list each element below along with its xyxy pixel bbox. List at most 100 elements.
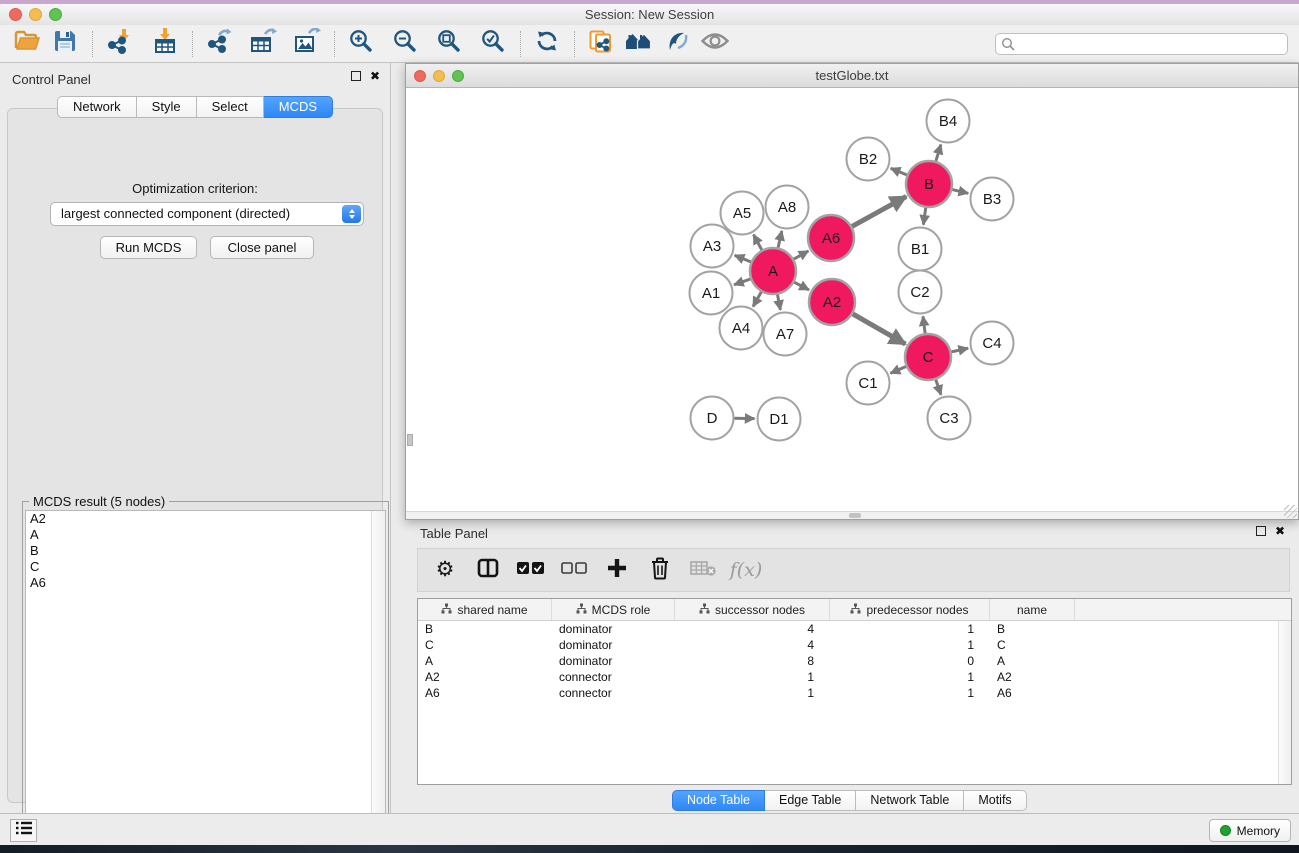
cell-name[interactable]: A2 (990, 669, 1075, 685)
tab-network-table[interactable]: Network Table (856, 790, 964, 811)
new-network-from-selection-button[interactable] (586, 29, 616, 59)
cell-predecessor-nodes[interactable]: 1 (830, 621, 990, 637)
cell-name[interactable]: A6 (990, 685, 1075, 701)
cell-shared-name[interactable]: A6 (418, 685, 552, 701)
search-input[interactable] (995, 33, 1288, 55)
table-row[interactable]: A6connector11A6 (418, 685, 1291, 701)
task-history-button[interactable] (10, 819, 37, 842)
zoom-selected-button[interactable] (478, 29, 508, 59)
cell-predecessor-nodes[interactable]: 0 (830, 653, 990, 669)
cell-name[interactable]: A (990, 653, 1075, 669)
edge-C-C4[interactable] (951, 348, 968, 352)
edge-A6-B[interactable] (852, 197, 906, 227)
cell-successor-nodes[interactable]: 4 (675, 621, 830, 637)
mcds-result-item[interactable]: B (26, 543, 385, 559)
table-row[interactable]: Bdominator41B (418, 621, 1291, 637)
zoom-out-button[interactable] (390, 29, 420, 59)
table-row[interactable]: A2connector11A2 (418, 669, 1291, 685)
resize-grip-icon[interactable] (1284, 505, 1297, 518)
network-canvas[interactable]: B4B2BB3A5A8A6A3B1AA1C2A2A4A7C4CC1C3DD1 (406, 88, 1298, 512)
close-panel-icon[interactable]: ✖ (1275, 526, 1285, 536)
zoom-fit-button[interactable] (434, 29, 464, 59)
cell-shared-name[interactable]: A2 (418, 669, 552, 685)
edge-A-A6[interactable] (794, 251, 809, 259)
cell-predecessor-nodes[interactable]: 1 (830, 637, 990, 653)
node-A6[interactable]: A6 (808, 215, 854, 261)
edge-A-A2[interactable] (794, 282, 809, 290)
import-network-button[interactable] (104, 29, 134, 59)
cell-shared-name[interactable]: A (418, 653, 552, 669)
edge-A-A1[interactable] (734, 279, 750, 285)
delete-column-button[interactable] (647, 557, 673, 583)
memory-button[interactable]: Memory (1209, 819, 1291, 842)
node-A1[interactable]: A1 (690, 272, 733, 315)
node-A[interactable]: A (750, 248, 796, 294)
cell-successor-nodes[interactable]: 1 (675, 669, 830, 685)
horizontal-scrollbar-thumb[interactable] (849, 513, 861, 518)
cell-name[interactable]: C (990, 637, 1075, 653)
result-scrollbar[interactable] (371, 511, 385, 839)
node-A3[interactable]: A3 (691, 225, 734, 268)
show-graphics-details-button[interactable] (662, 29, 692, 59)
run-mcds-button[interactable]: Run MCDS (100, 236, 197, 259)
table-scrollbar[interactable] (1278, 621, 1291, 784)
function-builder-button[interactable]: f(x) (733, 557, 759, 583)
node-C[interactable]: C (905, 334, 951, 380)
node-D1[interactable]: D1 (758, 398, 801, 441)
deselect-all-button[interactable] (561, 557, 587, 583)
mcds-result-item[interactable]: A6 (26, 575, 385, 591)
delete-table-button[interactable] (690, 557, 716, 583)
edge-B-B4[interactable] (936, 145, 941, 162)
mcds-result-item[interactable]: A (26, 527, 385, 543)
column-header-shared-name[interactable]: shared name (418, 599, 552, 620)
tab-edge-table[interactable]: Edge Table (765, 790, 856, 811)
node-A4[interactable]: A4 (720, 307, 763, 350)
cell-successor-nodes[interactable]: 4 (675, 637, 830, 653)
tab-select[interactable]: Select (197, 96, 264, 118)
save-session-button[interactable] (50, 29, 80, 59)
cell-shared-name[interactable]: B (418, 621, 552, 637)
edge-C-C1[interactable] (891, 367, 907, 374)
export-network-button[interactable] (204, 29, 234, 59)
add-column-button[interactable] (604, 557, 630, 583)
edge-A2-C[interactable] (853, 314, 906, 344)
refresh-button[interactable] (532, 29, 562, 59)
column-header-mcds-role[interactable]: MCDS role (552, 599, 675, 620)
node-A2[interactable]: A2 (809, 279, 855, 325)
mcds-result-item[interactable]: C (26, 559, 385, 575)
edge-B-B2[interactable] (891, 168, 907, 175)
node-C4[interactable]: C4 (971, 322, 1014, 365)
cell-predecessor-nodes[interactable]: 1 (830, 685, 990, 701)
column-header-successor-nodes[interactable]: successor nodes (675, 599, 830, 620)
cell-predecessor-nodes[interactable]: 1 (830, 669, 990, 685)
cell-mcds-role[interactable]: dominator (552, 637, 675, 653)
select-all-button[interactable] (518, 557, 544, 583)
table-settings-button[interactable]: ⚙ (432, 557, 458, 583)
edge-C-C3[interactable] (936, 380, 941, 395)
node-A7[interactable]: A7 (764, 313, 807, 356)
edge-A-A5[interactable] (754, 235, 762, 250)
table-row[interactable]: Cdominator41C (418, 637, 1291, 653)
node-B1[interactable]: B1 (899, 228, 942, 271)
zoom-in-button[interactable] (346, 29, 376, 59)
close-panel-icon[interactable]: ✖ (370, 71, 380, 81)
export-table-button[interactable] (248, 29, 278, 59)
horizontal-scrollbar[interactable] (406, 511, 1298, 519)
tab-node-table[interactable]: Node Table (672, 790, 765, 811)
node-B2[interactable]: B2 (847, 138, 890, 181)
tab-network[interactable]: Network (57, 96, 137, 118)
cell-mcds-role[interactable]: connector (552, 685, 675, 701)
float-panel-icon[interactable] (1256, 526, 1266, 536)
import-table-button[interactable] (150, 29, 180, 59)
cell-mcds-role[interactable]: dominator (552, 653, 675, 669)
cell-successor-nodes[interactable]: 1 (675, 685, 830, 701)
bird-eye-view-button[interactable] (700, 29, 730, 59)
tab-style[interactable]: Style (137, 96, 197, 118)
cell-mcds-role[interactable]: dominator (552, 621, 675, 637)
column-header-predecessor-nodes[interactable]: predecessor nodes (830, 599, 990, 620)
edge-B-B3[interactable] (952, 190, 968, 194)
home-button[interactable] (624, 29, 654, 59)
mcds-result-item[interactable]: A2 (26, 511, 385, 527)
close-panel-button[interactable]: Close panel (210, 236, 314, 259)
optimization-criterion-select[interactable]: largest connected component (directed) (50, 202, 364, 226)
